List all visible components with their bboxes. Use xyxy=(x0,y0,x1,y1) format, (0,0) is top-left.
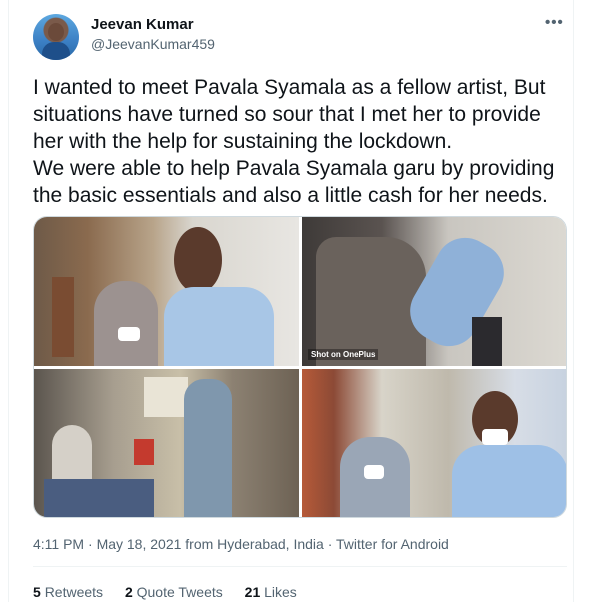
quote-tweets-stat[interactable]: 2 Quote Tweets xyxy=(125,584,223,600)
photo-3[interactable] xyxy=(34,369,299,517)
man-head xyxy=(174,227,222,293)
media-grid: Shot on OnePlus xyxy=(33,216,567,518)
red-bucket xyxy=(134,439,154,465)
likes-stat[interactable]: 21 Likes xyxy=(245,584,297,600)
photo-4[interactable] xyxy=(302,369,566,517)
mask xyxy=(118,327,140,341)
man-shirt xyxy=(452,445,566,517)
man-mask xyxy=(482,429,508,445)
photo-2[interactable]: Shot on OnePlus xyxy=(302,217,566,366)
tweet-card: Jeevan Kumar @JeevanKumar459 ••• I wante… xyxy=(8,0,574,602)
display-name[interactable]: Jeevan Kumar xyxy=(91,16,194,33)
likes-count: 21 xyxy=(244,584,261,600)
avatar-torso xyxy=(42,42,70,60)
quote-tweets-label: Quote Tweets xyxy=(136,584,223,600)
tweet-date[interactable]: May 18, 2021 xyxy=(97,536,182,552)
retweets-count: 5 xyxy=(33,584,41,600)
avatar[interactable] xyxy=(33,14,79,60)
tweet-location[interactable]: from Hyderabad, India xyxy=(181,536,324,552)
separator: · xyxy=(84,536,97,552)
standing-man xyxy=(184,379,232,517)
tweet-text: I wanted to meet Pavala Syamala as a fel… xyxy=(33,76,555,207)
engagement-stats: 5 Retweets 2 Quote Tweets 21 Likes xyxy=(33,584,315,600)
tweet-metadata: 4:11 PM · May 18, 2021 from Hyderabad, I… xyxy=(33,536,449,552)
more-options-icon[interactable]: ••• xyxy=(545,14,564,31)
quote-tweets-count: 2 xyxy=(124,584,133,600)
window xyxy=(144,377,188,417)
tweet-source[interactable]: Twitter for Android xyxy=(336,536,449,552)
retweets-label: Retweets xyxy=(44,584,104,600)
woman-figure xyxy=(94,281,158,366)
mask xyxy=(364,465,384,479)
door-frame xyxy=(52,277,74,357)
separator: · xyxy=(323,536,337,552)
woman-back-figure xyxy=(316,237,426,366)
watermark: Shot on OnePlus xyxy=(308,349,379,360)
likes-label: Likes xyxy=(264,584,297,600)
wheelchair xyxy=(44,479,154,517)
photo-1[interactable] xyxy=(34,217,299,366)
divider xyxy=(33,566,567,567)
user-handle[interactable]: @JeevanKumar459 xyxy=(91,36,215,52)
tweet-time[interactable]: 4:11 PM xyxy=(33,536,84,552)
man-legs xyxy=(472,317,502,366)
man-shirt xyxy=(164,287,274,366)
avatar-head xyxy=(48,23,64,41)
retweets-stat[interactable]: 5 Retweets xyxy=(33,584,103,600)
